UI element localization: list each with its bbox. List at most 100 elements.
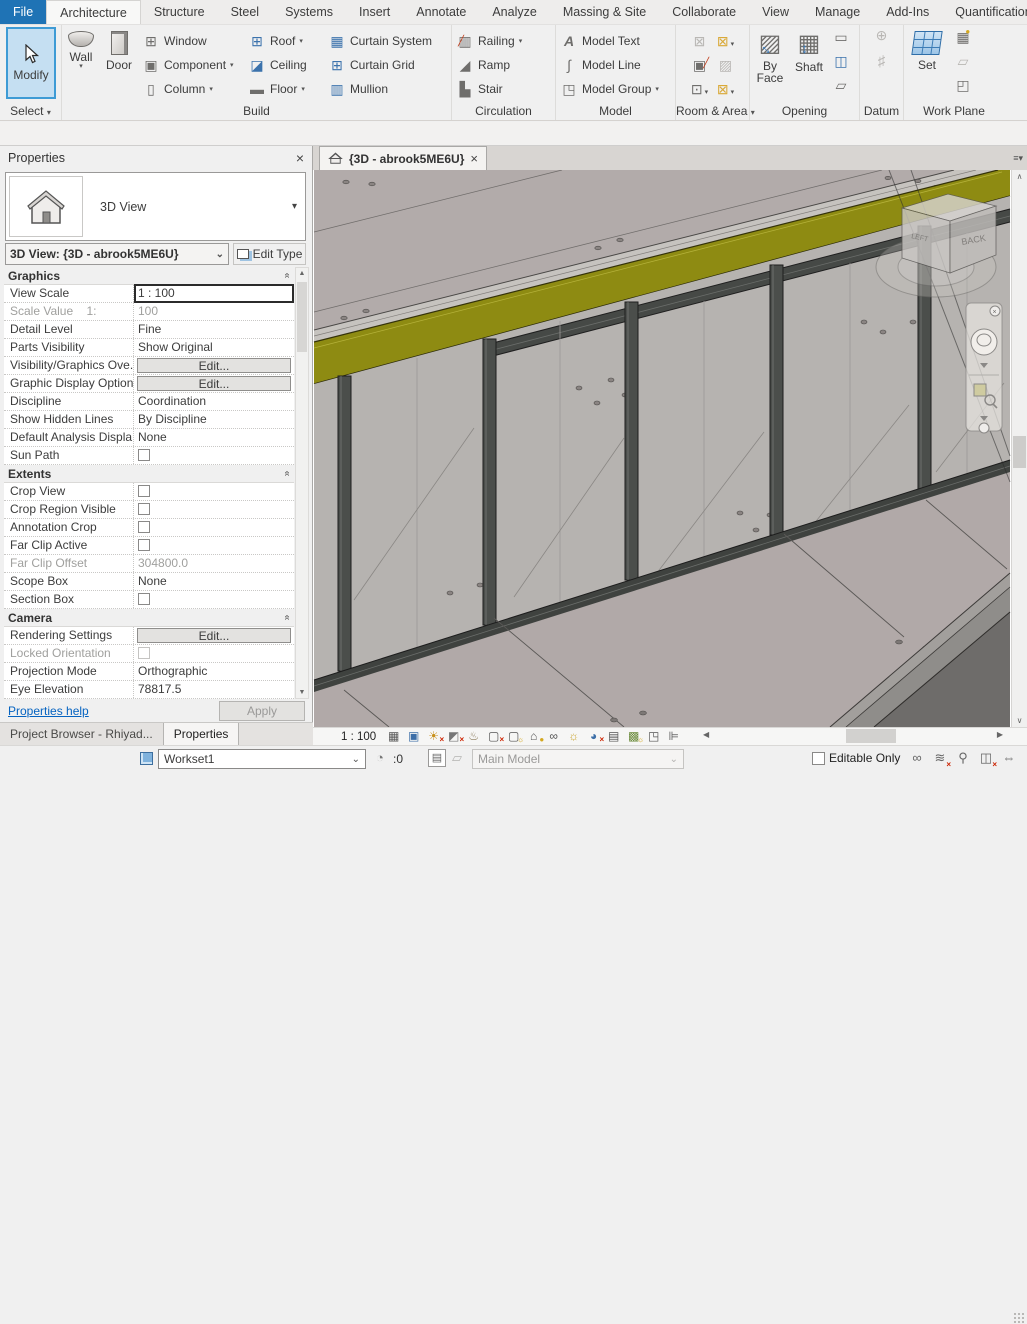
property-value[interactable]: Coordination <box>134 393 294 410</box>
crop-view-icon[interactable]: ▢× <box>485 729 502 745</box>
navbar-collapse-icon[interactable] <box>979 423 989 433</box>
area-plan-icon[interactable]: ▨ <box>719 57 732 74</box>
component-button[interactable]: ▣Component▾ <box>138 53 244 77</box>
select-by-face-icon[interactable]: ◫× <box>977 750 995 766</box>
canvas-horizontal-scrollbar[interactable]: ◀ ▶ <box>701 728 1007 745</box>
ribbon-tab-view[interactable]: View <box>749 0 802 24</box>
reveal-hidden-icon[interactable]: ☼ <box>565 729 582 745</box>
property-value[interactable]: Orthographic <box>134 663 294 680</box>
property-value[interactable]: Fine <box>134 321 294 338</box>
wall-button[interactable]: Wall▾ <box>62 27 100 70</box>
roof-button[interactable]: ⊞Roof▾ <box>244 29 324 53</box>
temp-hide-isolate-icon[interactable]: ∞ <box>545 729 562 745</box>
close-icon[interactable]: × <box>296 150 304 166</box>
railing-button[interactable]: ▥╱Railing▾ <box>452 29 526 53</box>
section-header-graphics[interactable]: Graphics« <box>4 267 294 285</box>
set-work-plane-button[interactable]: Set <box>904 27 950 72</box>
scrollbar-thumb[interactable] <box>297 282 307 352</box>
navigation-bar[interactable]: × <box>966 303 1002 433</box>
wall-opening-icon[interactable]: ▭ <box>834 29 847 53</box>
ribbon-tab-collaborate[interactable]: Collaborate <box>659 0 749 24</box>
ribbon-tab-manage[interactable]: Manage <box>802 0 873 24</box>
detail-level-icon[interactable]: ▦ <box>385 729 402 745</box>
scroll-right-icon[interactable]: ▶ <box>997 730 1003 739</box>
column-button[interactable]: ▯Column▾ <box>138 77 244 101</box>
room-separator-icon[interactable]: ⊠ ▾ <box>717 33 734 50</box>
scroll-left-icon[interactable]: ◀ <box>703 730 709 739</box>
opening-by-face-button[interactable]: ▨↔ By Face <box>750 27 790 84</box>
checkbox[interactable] <box>138 485 150 497</box>
canvas-vertical-scrollbar[interactable]: ∧ ∨ <box>1011 170 1027 727</box>
panel-label-model[interactable]: Model <box>556 104 675 118</box>
shadows-icon[interactable]: ◩× <box>445 729 462 745</box>
chevron-down-icon[interactable]: ▾ <box>292 201 297 212</box>
view-scale-button[interactable]: 1 : 100 <box>341 731 376 743</box>
ceiling-button[interactable]: ◪Ceiling <box>244 53 324 77</box>
grid-icon[interactable]: ♯ <box>878 53 886 79</box>
drag-on-selection-icon[interactable]: ⇔ <box>1000 750 1018 765</box>
property-value[interactable]: None <box>134 429 294 446</box>
worksharing-display-icon[interactable]: ◕× <box>585 729 602 745</box>
scroll-down-icon[interactable]: ∨ <box>1012 716 1027 725</box>
checkbox[interactable] <box>138 503 150 515</box>
model-group-button[interactable]: ◳Model Group▾ <box>556 77 663 101</box>
properties-scrollbar[interactable]: ▲ ▼ <box>295 267 309 699</box>
checkbox[interactable] <box>138 593 150 605</box>
editable-only-control[interactable]: Editable Only <box>812 751 900 765</box>
checkbox[interactable] <box>138 647 150 659</box>
shaft-button[interactable]: ▦↕ Shaft <box>790 27 828 74</box>
palette-tab-properties[interactable]: Properties <box>163 723 240 745</box>
level-icon[interactable]: ⊕ <box>876 27 888 53</box>
collapse-icon[interactable]: « <box>282 615 293 621</box>
ribbon-tab-massing-site[interactable]: Massing & Site <box>550 0 659 24</box>
room-icon[interactable]: ⊠ <box>694 33 706 50</box>
visual-style-icon[interactable]: ▣ <box>405 729 422 745</box>
displacement-sets-icon[interactable]: ◳ <box>645 729 662 745</box>
resize-grip[interactable] <box>1013 1312 1025 1324</box>
design-options-icon[interactable]: ▤ <box>428 749 446 767</box>
analytical-model-icon[interactable]: ▩☼ <box>625 729 642 745</box>
property-value[interactable]: Show Original <box>134 339 294 356</box>
property-value[interactable]: 78817.5 <box>134 681 294 698</box>
floor-button[interactable]: ▬Floor▾ <box>244 77 324 101</box>
apply-button[interactable]: Apply <box>219 701 305 721</box>
crop-region-icon[interactable]: ▢☼ <box>505 729 522 745</box>
section-header-extents[interactable]: Extents« <box>4 465 294 483</box>
ribbon-tab-steel[interactable]: Steel <box>218 0 273 24</box>
ribbon-tab-annotate[interactable]: Annotate <box>403 0 479 24</box>
panel-label-room-area[interactable]: Room & Area ▾ <box>676 104 749 118</box>
navbar-close-icon[interactable]: × <box>990 306 1000 316</box>
properties-title-bar[interactable]: Properties × <box>0 146 312 170</box>
scrollbar-thumb[interactable] <box>1013 436 1026 468</box>
panel-label-build[interactable]: Build <box>62 104 451 118</box>
property-value[interactable]: None <box>134 573 294 590</box>
panel-label-select[interactable]: Select ▾ <box>0 104 61 118</box>
scroll-up-icon[interactable]: ▲ <box>296 270 308 277</box>
model-text-button[interactable]: AModel Text <box>556 29 663 53</box>
ramp-button[interactable]: ◢Ramp <box>452 53 526 77</box>
modify-button[interactable]: Modify <box>6 27 56 99</box>
tag-area-icon[interactable]: ⊠ ▾ <box>717 81 734 98</box>
collapse-icon[interactable]: « <box>282 471 293 477</box>
show-work-plane-icon[interactable]: ▦● <box>956 29 969 53</box>
panel-label-datum[interactable]: Datum <box>860 104 903 118</box>
scroll-up-icon[interactable]: ∧ <box>1012 172 1027 181</box>
workset-select[interactable]: Workset1 ⌄ <box>158 749 366 769</box>
type-selector[interactable]: 3D View ▾ <box>5 172 306 241</box>
curtain-system-button[interactable]: ▦Curtain System <box>324 29 436 53</box>
checkbox[interactable] <box>138 521 150 533</box>
property-value[interactable]: 100 <box>134 303 294 320</box>
design-option-select[interactable]: Main Model ⌄ <box>472 749 684 769</box>
steering-wheel-icon[interactable] <box>971 329 997 355</box>
reveal-constraints-icon[interactable]: ⊫ <box>665 729 682 745</box>
panel-label-opening[interactable]: Opening <box>750 104 859 118</box>
edit-button[interactable]: Edit... <box>137 376 291 391</box>
door-button[interactable]: Door <box>100 27 138 72</box>
edit-button[interactable]: Edit... <box>137 358 291 373</box>
ref-plane-icon[interactable]: ▱ <box>958 53 969 77</box>
checkbox[interactable] <box>138 539 150 551</box>
section-header-camera[interactable]: Camera« <box>4 609 294 627</box>
select-underlay-icon[interactable]: ≋× <box>931 750 949 766</box>
area-icon[interactable]: ⊡ ▾ <box>691 81 708 98</box>
collapse-icon[interactable]: « <box>282 273 293 279</box>
